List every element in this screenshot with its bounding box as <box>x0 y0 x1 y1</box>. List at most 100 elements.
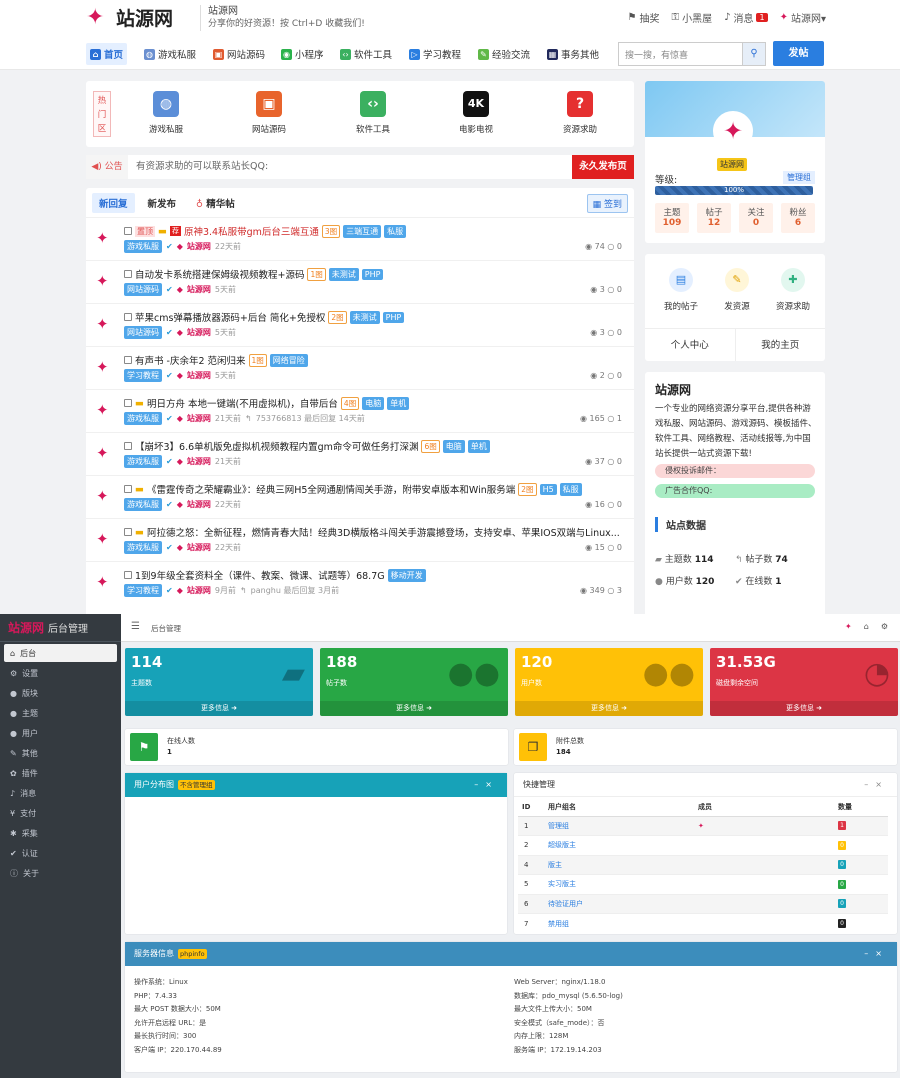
more-info-link[interactable]: 更多信息 ➜ <box>320 701 508 716</box>
card-controls[interactable]: –× <box>864 780 889 789</box>
author-name[interactable]: 站源网 <box>187 370 211 381</box>
group-name-link[interactable]: 超级版主 <box>548 841 576 849</box>
thread-title[interactable]: 阿拉德之怒：全新征程，燃情青春大陆！经典3D横版格斗闯关手游震撼登场，支持安卓、… <box>147 525 620 539</box>
thread-tag[interactable]: 网络冒险 <box>269 353 308 367</box>
nav-item-0[interactable]: ⌂ 首页 <box>86 43 128 65</box>
category-tag[interactable]: 游戏私服 <box>124 541 162 554</box>
hot-item-1[interactable]: ▣ 网站源码 <box>229 91 309 135</box>
sidebar-item-1[interactable]: ⚙ 设置 <box>4 664 117 682</box>
group-name-link[interactable]: 禁用组 <box>548 920 569 928</box>
thread-title[interactable]: 《雷霆传奇之荣耀霸业》：经典三网H5全网通剧情闯关手游，附带安卓版本和Win服务… <box>147 482 515 496</box>
thread-tag[interactable]: 移动开发 <box>387 568 426 582</box>
nav-item-3[interactable]: ◉ 小程序 <box>277 43 328 65</box>
checkbox[interactable] <box>124 571 132 579</box>
nav-item-2[interactable]: ▣ 网站源码 <box>209 43 269 65</box>
profile-stat-2[interactable]: 关注 0 <box>739 203 773 233</box>
permanent-page-button[interactable]: 永久发布页 <box>572 155 634 179</box>
checkbox[interactable] <box>124 528 132 536</box>
category-tag[interactable]: 游戏私服 <box>124 412 162 425</box>
toplink-2[interactable]: ♪ 消息 1 <box>724 10 768 25</box>
author-name[interactable]: 站源网 <box>187 456 211 467</box>
thread-row[interactable]: ✦ ▬ 《雷霆传奇之荣耀霸业》：经典三网H5全网通剧情闯关手游，附带安卓版本和Win… <box>86 475 634 518</box>
avatar[interactable]: ✦ <box>96 573 114 591</box>
personal-center-link[interactable]: 个人中心 <box>645 329 735 361</box>
sidebar-item-9[interactable]: ✱ 采集 <box>4 824 117 842</box>
avatar[interactable]: ✦ <box>96 401 114 419</box>
thread-tag[interactable]: 电脑 <box>442 439 465 453</box>
avatar[interactable]: ✦ <box>96 530 114 548</box>
hot-item-3[interactable]: 4K 电影电视 <box>436 91 516 135</box>
sidebar-item-2[interactable]: ● 版块 <box>4 684 117 702</box>
nav-item-4[interactable]: ‹› 软件工具 <box>336 43 396 65</box>
hot-item-0[interactable]: ◍ 游戏私服 <box>126 91 206 135</box>
thread-tag[interactable]: H5 <box>539 483 557 495</box>
category-tag[interactable]: 游戏私服 <box>124 455 162 468</box>
avatar[interactable]: ✦ <box>96 272 114 290</box>
thread-title[interactable]: 自动发卡系统搭建保姆级视频教程+源码 <box>135 267 304 281</box>
sidebar-item-3[interactable]: ● 主题 <box>4 704 117 722</box>
avatar[interactable]: ✦ <box>96 487 114 505</box>
thread-tag[interactable]: 单机 <box>467 439 490 453</box>
sidebar-item-7[interactable]: ♪ 消息 <box>4 784 117 802</box>
profile-stat-0[interactable]: 主题 109 <box>655 203 689 233</box>
my-homepage-link[interactable]: 我的主页 <box>734 329 826 361</box>
thread-row[interactable]: ✦ 有声书 -庆余年2 范闲归来 1图 网络冒险 学习教程 ✔ ◆ 站源网 5天前 ◉ 2 ○ 0 <box>86 346 634 389</box>
thread-tag[interactable]: 三端互通 <box>343 224 382 238</box>
sidebar-item-0[interactable]: ⌂ 后台 <box>4 644 117 662</box>
nav-item-5[interactable]: ▷ 学习教程 <box>405 43 465 65</box>
tab-new-replies[interactable]: 新回复 <box>92 193 135 213</box>
sidebar-item-5[interactable]: ✎ 其他 <box>4 744 117 762</box>
quick-item-0[interactable]: ▤ 我的帖子 <box>651 268 711 312</box>
thread-row[interactable]: ✦ ▬ 阿拉德之怒：全新征程，燃情青春大陆！经典3D横版格斗闯关手游震撼登场，支持安… <box>86 518 634 561</box>
thread-tag[interactable]: PHP <box>382 311 405 323</box>
checkbox[interactable] <box>124 485 132 493</box>
thread-title[interactable]: 1到9年级全套资料全（课件、教案、微课、试题等）68.7G <box>135 568 385 582</box>
thread-tag[interactable]: 未测试 <box>328 267 359 281</box>
sidebar-item-11[interactable]: ⓘ 关于 <box>4 864 117 882</box>
avatar[interactable]: ✦ <box>96 229 114 247</box>
author-name[interactable]: 站源网 <box>187 284 211 295</box>
author-name[interactable]: 站源网 <box>187 413 211 424</box>
thread-row[interactable]: ✦ ▬ 明日方舟 本地一键端(不用虚拟机)，自带后台 4图 电脑 单机 游戏私服 ✔ ◆ 站源网 2… <box>86 389 634 432</box>
checkbox[interactable] <box>124 442 132 450</box>
thread-title[interactable]: 原神3.4私服带gm后台三端互通 <box>184 224 319 238</box>
tab-featured[interactable]: ♁ 精华帖 <box>189 193 242 213</box>
group-name-link[interactable]: 管理组 <box>548 822 569 830</box>
thread-tag[interactable]: 单机 <box>387 396 410 410</box>
sidebar-item-4[interactable]: ● 用户 <box>4 724 117 742</box>
site-logo[interactable]: ✦ 站源网 <box>86 4 173 31</box>
thread-row[interactable]: ✦ 【崩坏3】6.6单机版免虚拟机视频教程内置gm命令可做任务打深渊 6图 电脑 单机游… <box>86 432 634 475</box>
group-name-link[interactable]: 待验证用户 <box>548 900 583 908</box>
sidebar-item-6[interactable]: ✿ 插件 <box>4 764 117 782</box>
thread-tag[interactable]: PHP <box>361 268 384 280</box>
category-tag[interactable]: 网站源码 <box>124 326 162 339</box>
thread-title[interactable]: 【崩坏3】6.6单机版免虚拟机视频教程内置gm命令可做任务打深渊 <box>135 439 418 453</box>
checkbox[interactable] <box>124 399 132 407</box>
avatar[interactable]: ✦ <box>96 444 114 462</box>
author-name[interactable]: 站源网 <box>187 585 211 596</box>
post-button[interactable]: 发帖 <box>773 41 824 66</box>
category-tag[interactable]: 游戏私服 <box>124 498 162 511</box>
admin-logo[interactable]: 站源网 后台管理 <box>0 614 121 642</box>
home-icon[interactable]: ⌂ <box>864 622 869 631</box>
avatar-icon[interactable]: ✦ <box>845 622 852 631</box>
thread-tag[interactable]: 私服 <box>559 482 582 496</box>
group-name-link[interactable]: 实习版主 <box>548 880 576 888</box>
avatar[interactable]: ✦ <box>713 111 753 151</box>
nav-item-6[interactable]: ✎ 经验交流 <box>474 43 534 65</box>
sidebar-item-8[interactable]: ¥ 支付 <box>4 804 117 822</box>
search-button[interactable]: ⚲ <box>742 42 766 66</box>
more-info-link[interactable]: 更多信息 ➜ <box>515 701 703 716</box>
thread-row[interactable]: ✦ 1到9年级全套资料全（课件、教案、微课、试题等）68.7G 移动开发 学习教程 ✔ ◆… <box>86 561 634 604</box>
menu-icon[interactable]: ☰ <box>131 621 140 632</box>
thread-tag[interactable]: 未测试 <box>349 310 380 324</box>
thread-title[interactable]: 有声书 -庆余年2 范闲归来 <box>135 353 246 367</box>
hot-item-4[interactable]: ? 资源求助 <box>540 91 620 135</box>
profile-stat-3[interactable]: 粉丝 6 <box>781 203 815 233</box>
card-controls[interactable]: –× <box>864 949 889 958</box>
category-tag[interactable]: 游戏私服 <box>124 240 162 253</box>
sign-in-button[interactable]: ▦ 签到 <box>586 194 628 213</box>
checkbox[interactable] <box>124 227 132 235</box>
thread-title[interactable]: 明日方舟 本地一键端(不用虚拟机)，自带后台 <box>147 396 338 410</box>
phpinfo-tag[interactable]: phpinfo <box>178 949 207 959</box>
